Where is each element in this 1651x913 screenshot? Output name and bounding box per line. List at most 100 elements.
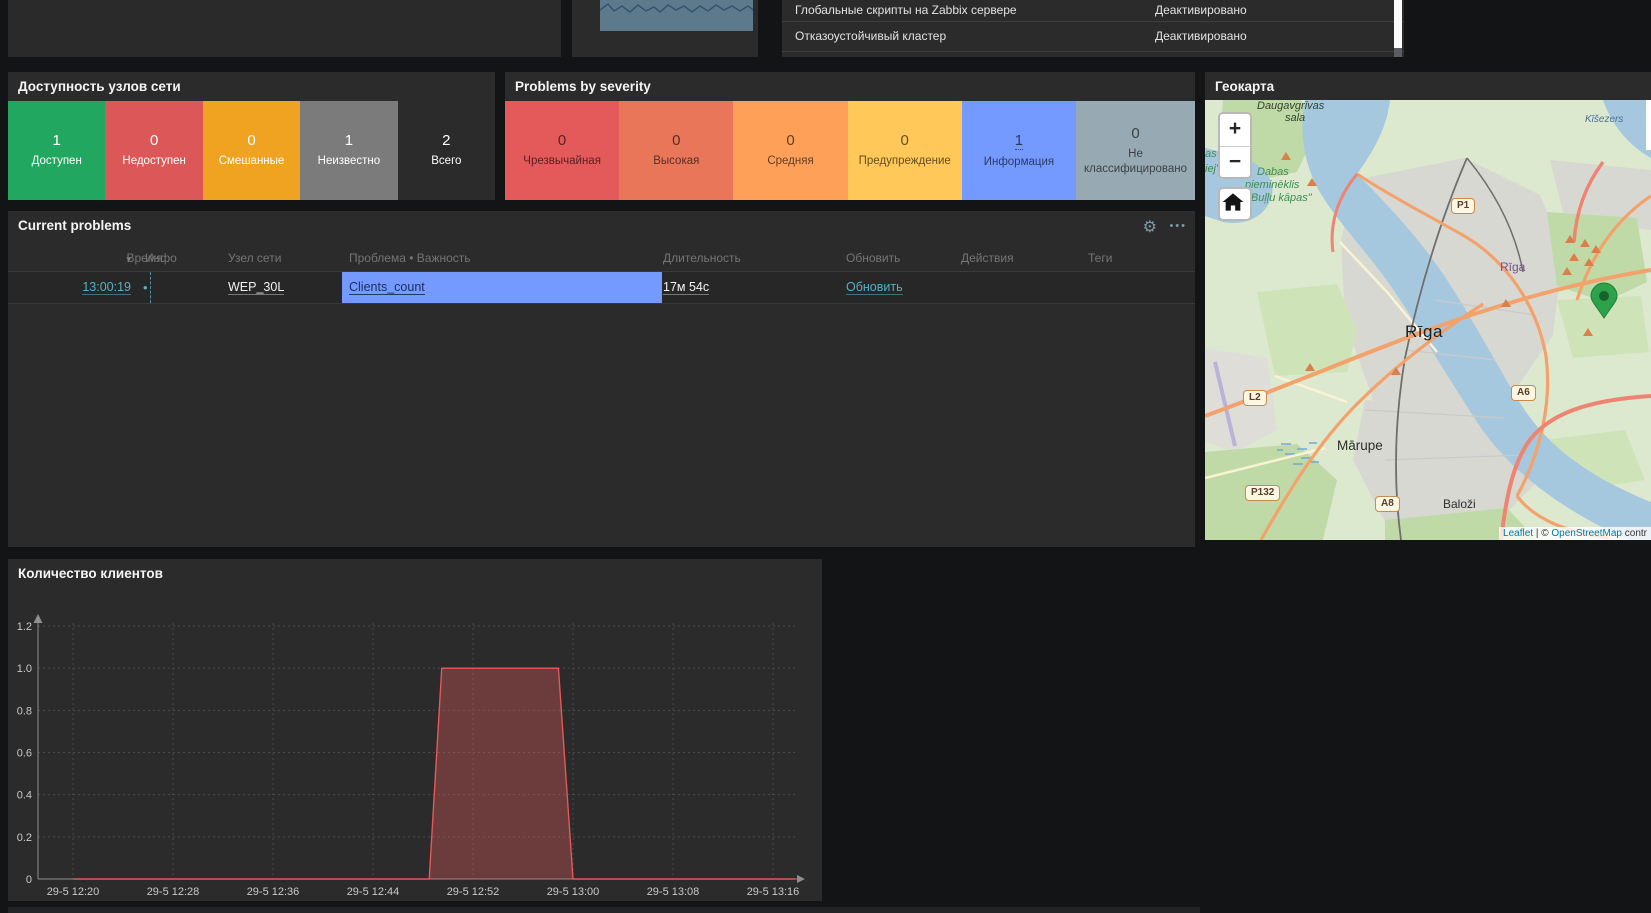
card-count: 0 [558,132,566,149]
svg-text:0.4: 0.4 [17,790,32,802]
card-label: Высокая [645,154,707,168]
nature-label: pieminēklis [1245,179,1299,191]
road-shield-l2: L2 [1243,390,1267,406]
widget-title: Доступность узлов сети [8,72,495,101]
city-label-small: Rīga [1500,260,1525,274]
problem-time-link[interactable]: 13:00:19 [82,280,131,295]
severity-card-high: 0 Высокая [619,101,733,200]
gear-icon[interactable]: ⚙ [1143,217,1157,237]
road-shield-p132: P132 [1245,485,1280,501]
column-header-time[interactable]: Время ▾ [60,245,131,272]
severity-card-disaster: 0 Чрезвычайная [505,101,619,200]
town-label-marupe: Mārupe [1337,438,1383,453]
problem-severity-cell: Clients_count [342,272,662,303]
openstreetmap-link[interactable]: OpenStreetMap [1551,528,1622,539]
card-label: Чрезвычайная [515,154,609,168]
widget-title: Геокарта [1205,72,1651,101]
card-label: Не классифицировано [1076,147,1195,176]
severity-card-average: 0 Средняя [733,101,847,200]
card-label: Доступен [24,154,90,168]
host-availability-widget: Доступность узлов сети 1 Доступен 0 Недо… [8,72,495,200]
problem-row: 13:00:19 • WEP_30L Clients_count 17м 54с… [8,271,1195,304]
availability-card-available: 1 Доступен [8,101,105,200]
attribution-sep: | © [1533,528,1551,539]
svg-text:1.2: 1.2 [17,621,32,633]
severity-card-not-classified: 0 Не классифицировано [1076,101,1195,200]
column-header-tags: Теги [1088,245,1112,271]
problem-host-cell: WEP_30L [228,272,284,303]
map-home-button[interactable] [1218,187,1252,221]
timeline-line [150,272,151,303]
widget-title: Problems by severity [505,72,1195,101]
update-link[interactable]: Обновить [846,280,903,295]
host-link[interactable]: WEP_30L [228,280,284,295]
severity-count-link[interactable]: 1 [1015,132,1023,150]
mini-graph-line-icon [600,0,753,31]
svg-text:29-5 13:08: 29-5 13:08 [647,886,700,898]
card-label: Неизвестно [310,154,389,168]
current-problems-widget: Current problems ⚙ ••• Время ▾ Инфо Узел… [8,211,1195,547]
svg-text:1.0: 1.0 [17,663,32,675]
availability-card-mixed: 0 Смешанные [203,101,300,200]
column-header-host: Узел сети [228,245,281,271]
availability-card-total: 2 Всего [398,101,495,200]
card-count: 0 [150,132,158,149]
ellipsis-icon[interactable]: ••• [1169,220,1187,232]
card-count: 1 [53,132,61,149]
card-label: Информация [976,155,1062,169]
scrollbar-thumb[interactable] [1394,0,1402,48]
town-label-balozi: Baloži [1443,497,1476,511]
road-shield-a6: A6 [1511,385,1536,401]
problem-time-cell: 13:00:19 [60,272,131,303]
severity-cards: 0 Чрезвычайная 0 Высокая 0 Средняя 0 Пре… [505,101,1195,200]
svg-text:29-5 12:36: 29-5 12:36 [247,886,300,898]
card-label: Недоступен [114,154,193,168]
road-shield-a8: A8 [1375,496,1400,512]
column-header-update: Обновить [846,245,900,271]
island-label: sala [1285,112,1305,124]
problem-link[interactable]: Clients_count [349,280,425,295]
problem-duration-cell: 17м 54с [663,272,709,303]
mini-graph-thumbnail [600,0,753,31]
leaflet-link[interactable]: Leaflet [1503,528,1533,539]
availability-card-unknown: 1 Неизвестно [300,101,397,200]
card-label: Предупреждение [851,154,959,168]
table-row: Отказоустойчивый кластер Деактивировано [782,21,1404,52]
card-count: 0 [672,132,680,149]
severity-card-warning: 0 Предупреждение [848,101,962,200]
param-value: Деактивировано [1155,21,1247,51]
svg-text:29-5 13:00: 29-5 13:00 [547,886,600,898]
problems-table-header: Время ▾ Инфо Узел сети Проблема • Важнос… [8,245,1195,271]
severity-card-information: 1 Информация [962,101,1076,200]
page-scrollbar[interactable] [1646,100,1651,150]
system-info-widget: Глобальные скрипты на Zabbix сервере Деа… [782,0,1404,57]
card-count: 0 [247,132,255,149]
zabbix-dashboard: Глобальные скрипты на Zabbix сервере Деа… [0,0,1651,913]
problems-by-severity-widget: Problems by severity 0 Чрезвычайная 0 Вы… [505,72,1195,200]
column-header-duration: Длительность [663,245,741,271]
zoom-in-button[interactable]: + [1220,114,1250,146]
scrollbar-track[interactable] [1394,0,1402,57]
nature-label: Dabas [1257,166,1289,178]
svg-text:29-5 12:44: 29-5 12:44 [347,886,400,898]
island-label: Daugavgrīvas [1257,100,1324,112]
top-left-widget [8,0,561,57]
svg-text:29-5 12:28: 29-5 12:28 [147,886,200,898]
table-row: Глобальные скрипты на Zabbix сервере Деа… [782,0,1404,22]
widget-title: Количество клиентов [8,559,822,588]
duration-value: 17м 54с [663,280,709,295]
svg-text:29-5 12:20: 29-5 12:20 [47,886,100,898]
road-shield-p1: P1 [1451,198,1475,214]
card-count: 2 [442,132,450,149]
widget-title: Current problems [8,211,1195,240]
zoom-out-button[interactable]: − [1220,146,1250,179]
clients-graph-plot[interactable]: 00.20.40.60.81.01.229-5 12:2029-5 12:282… [8,585,822,905]
nature-label: "Buļļu kāpas" [1247,192,1312,204]
attribution-tail: contr [1622,528,1647,539]
availability-cards: 1 Доступен 0 Недоступен 0 Смешанные 1 Не… [8,101,495,200]
svg-text:0.2: 0.2 [17,832,32,844]
lake-label: Kīšezers [1585,114,1623,125]
map-canvas[interactable]: Daugavgrīvas sala Kīšezers Dabas pieminē… [1205,100,1651,540]
card-label: Смешанные [211,154,293,168]
home-icon [1220,189,1246,215]
